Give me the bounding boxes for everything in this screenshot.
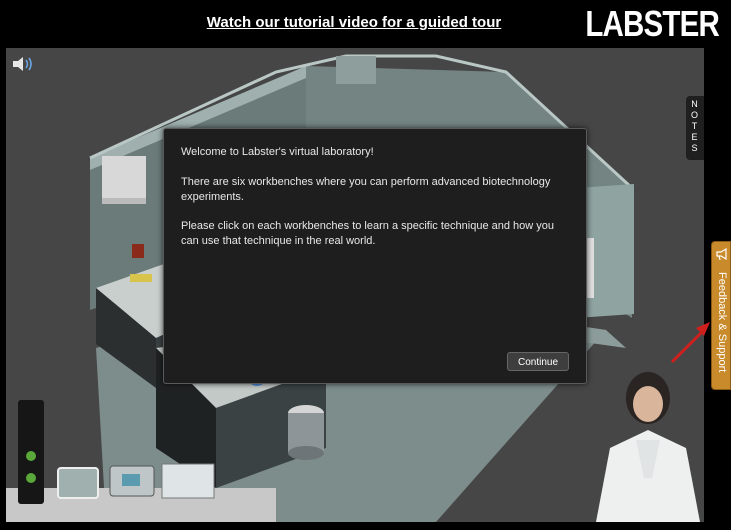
notes-letter: S xyxy=(691,143,699,153)
feedback-label: Feedback & Support xyxy=(716,272,728,373)
speaker-icon xyxy=(13,57,32,71)
notes-letter: O xyxy=(690,110,699,120)
dialog-paragraph: There are six workbenches where you can … xyxy=(181,176,551,203)
sound-toggle[interactable] xyxy=(12,56,36,72)
notes-letter: E xyxy=(691,132,699,142)
feedback-support-tab[interactable]: Feedback & Support xyxy=(711,241,731,390)
lab-3d-viewport[interactable]: Welcome to Labster's virtual laboratory!… xyxy=(6,48,704,522)
notes-letter: N xyxy=(691,99,699,109)
dialog-paragraph: Please click on each workbenches to lear… xyxy=(181,220,555,247)
app-frame: Watch our tutorial video for a guided to… xyxy=(0,0,731,530)
notes-tab[interactable]: N O T E S xyxy=(686,96,704,160)
labster-logo: LABSTER xyxy=(585,3,719,44)
megaphone-icon xyxy=(716,247,727,261)
notes-letter: T xyxy=(691,121,699,131)
red-arrow-icon xyxy=(670,322,710,364)
dialog-paragraph: Welcome to Labster's virtual laboratory! xyxy=(181,146,374,158)
continue-button[interactable]: Continue xyxy=(507,352,569,371)
welcome-dialog: Welcome to Labster's virtual laboratory!… xyxy=(163,128,587,384)
top-bar: Watch our tutorial video for a guided to… xyxy=(0,0,731,48)
